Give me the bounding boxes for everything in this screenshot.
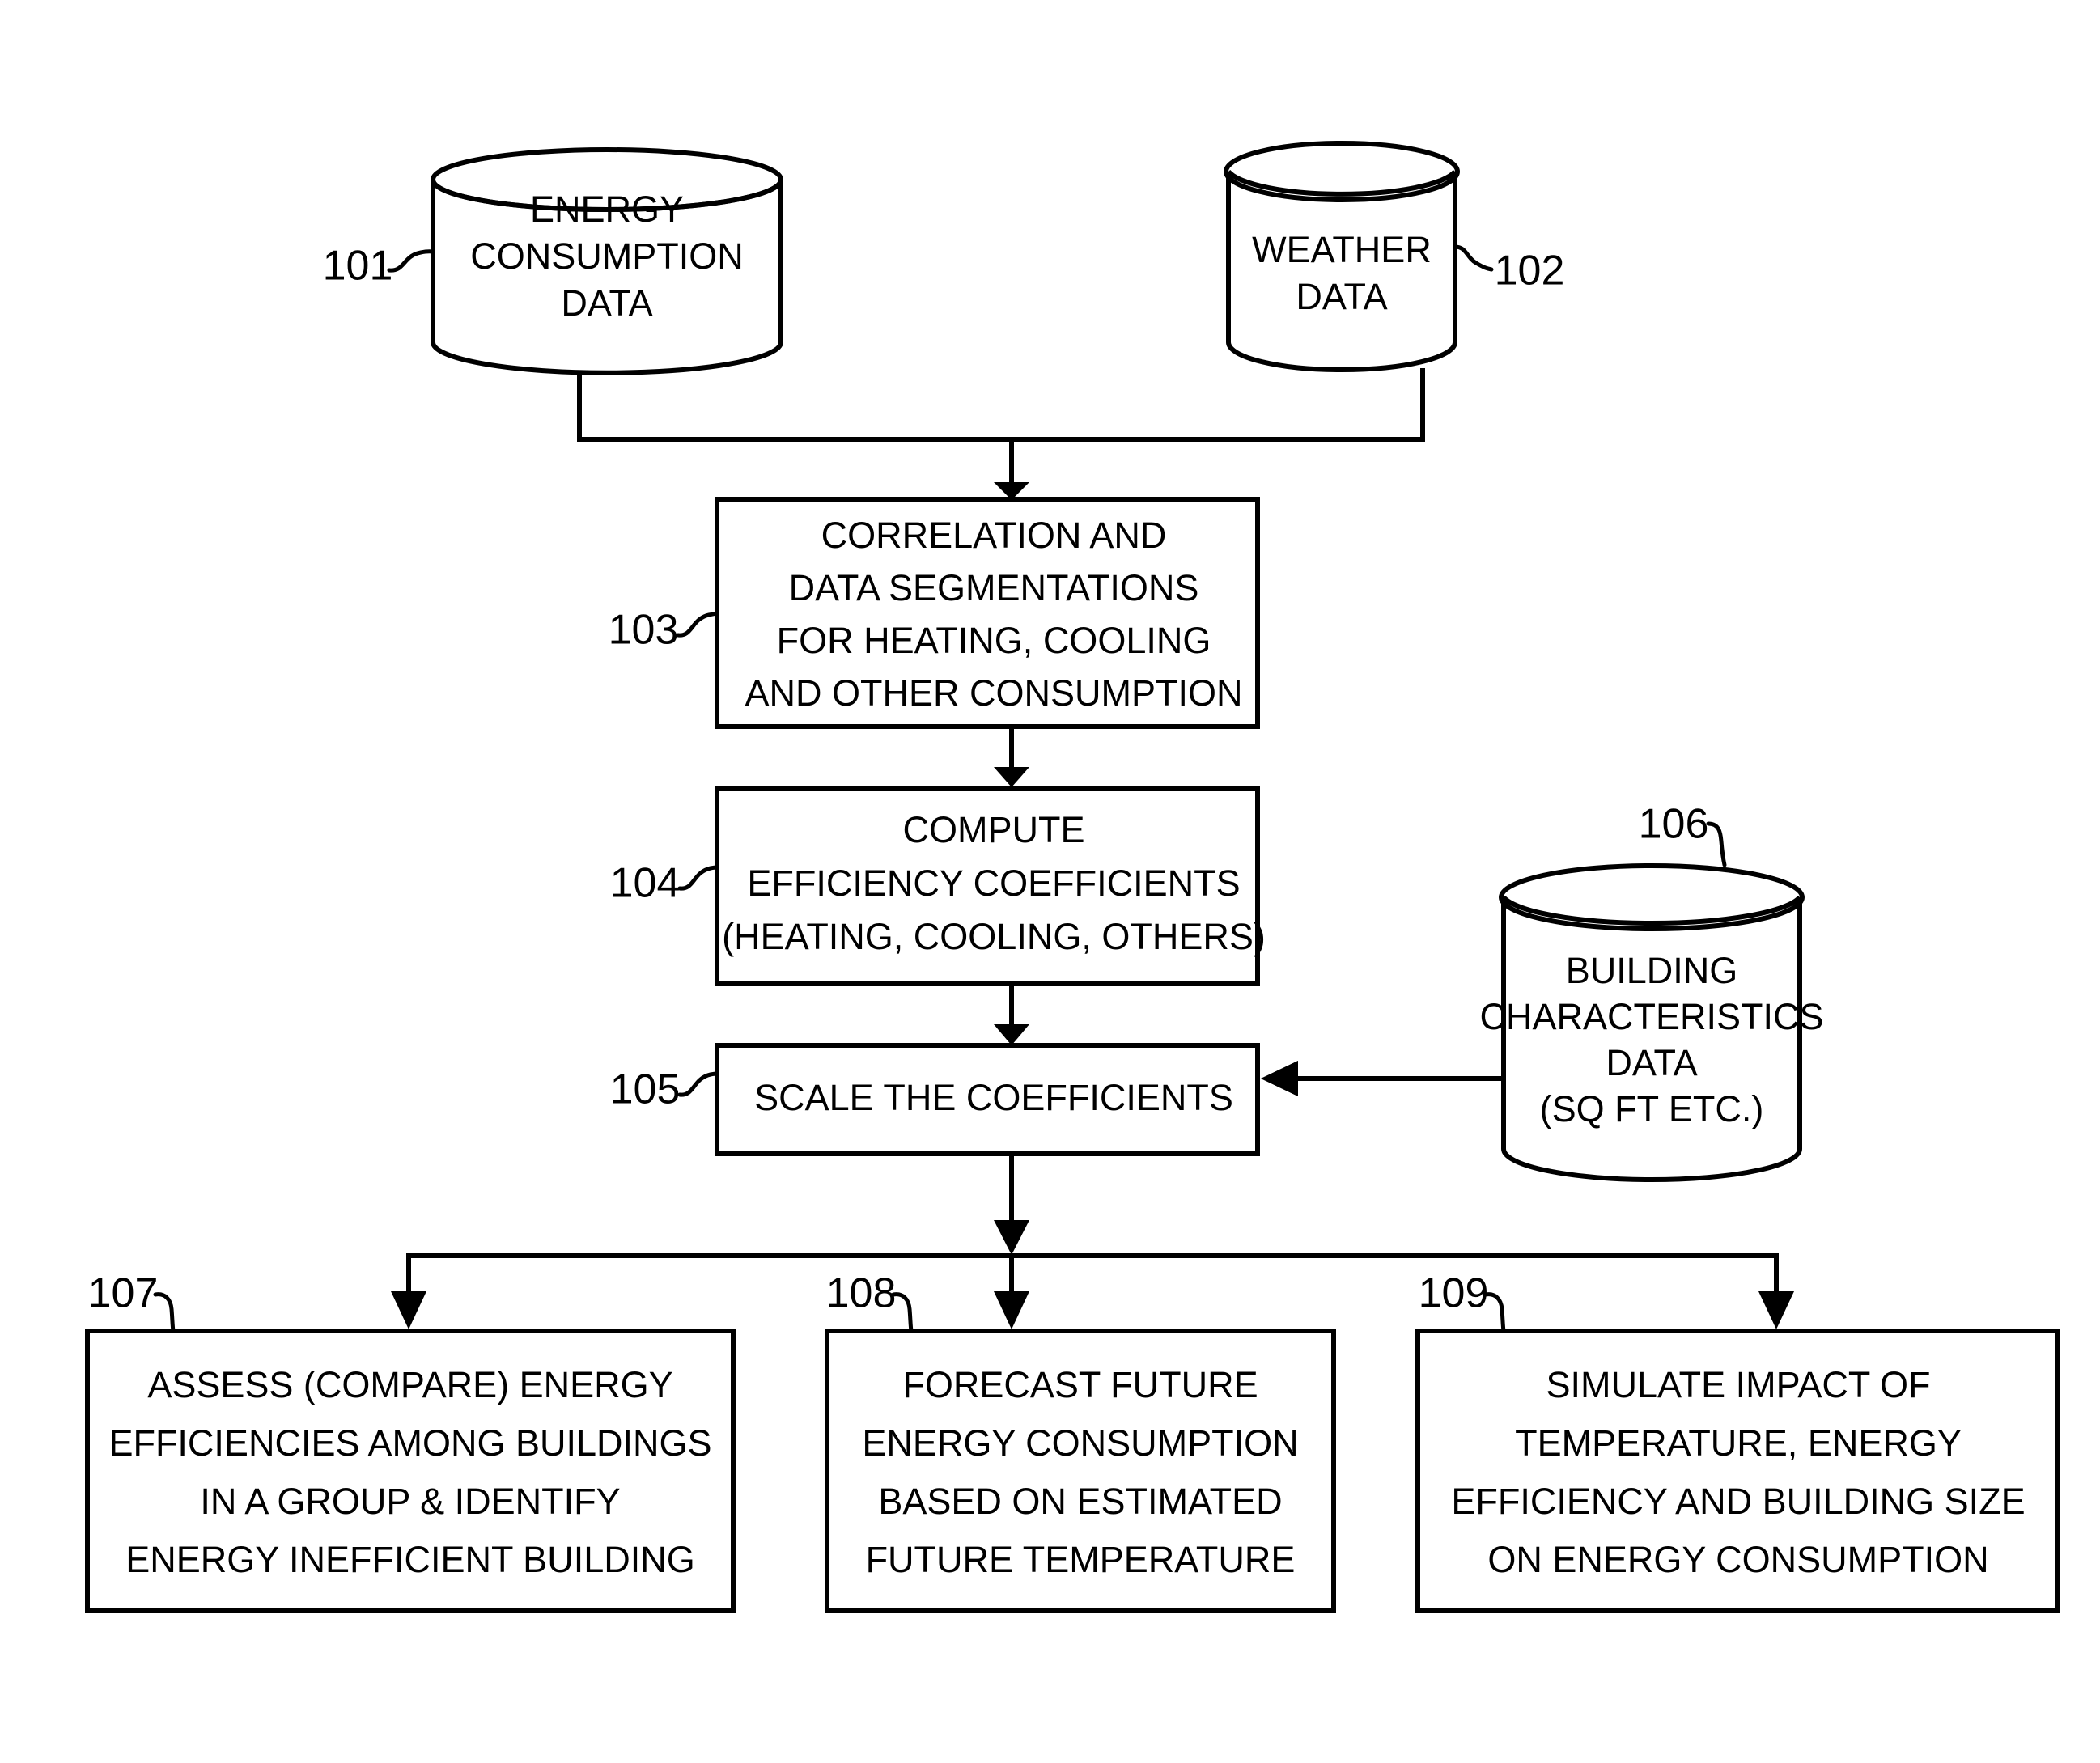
connector-104-to-105 (994, 984, 1029, 1045)
arrowhead-to-fanout (994, 1220, 1029, 1255)
ref-label-109: 109 (1419, 1270, 1489, 1317)
ref-label-107: 107 (88, 1270, 159, 1317)
node-simulate-impact[interactable]: SIMULATE IMPACT OF TEMPERATURE, ENERGY E… (1415, 1329, 2060, 1613)
flowchart-canvas: ENERGY CONSUMPTION DATA 101 WEATHER DATA… (85, 141, 2060, 1613)
box105-line-1: SCALE THE COEFFICIENTS (754, 1077, 1233, 1118)
box108-line-2: ENERGY CONSUMPTION (862, 1422, 1298, 1464)
arrowhead-to-109 (1758, 1291, 1794, 1329)
box106-line-2: CHARACTERISTICS (1479, 996, 1823, 1037)
box106-line-1: BUILDING (1566, 950, 1738, 991)
ref-label-108: 108 (826, 1270, 897, 1317)
box103-line-2: DATA SEGMENTATIONS (789, 567, 1199, 608)
ref-label-103-group: 103 (609, 607, 719, 654)
node-forecast-energy-consumption[interactable]: FORECAST FUTURE ENERGY CONSUMPTION BASED… (825, 1329, 1336, 1613)
arrowhead-to-104 (994, 767, 1029, 787)
node-weather-data[interactable]: WEATHER DATA (1224, 141, 1460, 372)
box108-line-4: FUTURE TEMPERATURE (866, 1539, 1296, 1580)
arrowhead-to-108 (994, 1291, 1029, 1329)
ref-label-106: 106 (1639, 801, 1709, 848)
ref-label-103: 103 (609, 607, 679, 654)
connector-merge-to-103 (994, 439, 1029, 500)
ref-label-107-group: 107 (88, 1270, 176, 1333)
arrowhead-to-105 (994, 1024, 1029, 1045)
box103-line-4: AND OTHER CONSUMPTION (745, 672, 1242, 714)
node-compute-efficiency-coefficients[interactable]: COMPUTE EFFICIENCY COEFFICIENTS (HEATING… (715, 786, 1266, 986)
box106-line-4: (SQ FT ETC.) (1540, 1088, 1764, 1129)
ref-label-101-group: 101 (323, 243, 435, 290)
node-energy-consumption-data[interactable]: ENERGY CONSUMPTION DATA (431, 147, 783, 375)
connector-105-to-fanout (994, 1153, 1029, 1255)
ref-label-109-group: 109 (1419, 1270, 1506, 1333)
box109-line-4: ON ENERGY CONSUMPTION (1487, 1539, 1988, 1580)
node-correlation-data-segmentation[interactable]: CORRELATION AND DATA SEGMENTATIONS FOR H… (715, 497, 1260, 729)
ref-label-108-group: 108 (826, 1270, 914, 1333)
ref-label-102-group: 102 (1453, 244, 1565, 295)
box107-line-1: ASSESS (COMPARE) ENERGY (147, 1364, 672, 1405)
ref-label-105: 105 (610, 1066, 681, 1113)
connector-103-to-104 (994, 727, 1029, 787)
box108-line-3: BASED ON ESTIMATED (878, 1481, 1282, 1522)
box103-line-3: FOR HEATING, COOLING (777, 620, 1211, 661)
ref-label-104: 104 (610, 860, 681, 907)
energy-data-line-3: DATA (561, 282, 652, 324)
node-assess-energy-efficiencies[interactable]: ASSESS (COMPARE) ENERGY EFFICIENCIES AMO… (85, 1329, 736, 1613)
patent-figure: ENERGY CONSUMPTION DATA 101 WEATHER DATA… (0, 0, 2100, 1763)
node-building-characteristics-data[interactable]: BUILDING CHARACTERISTICS DATA (SQ FT ETC… (1479, 863, 1824, 1182)
arrowhead-to-107 (391, 1291, 426, 1329)
connector-fanout-to-109 (1758, 1256, 1794, 1329)
box104-line-2: EFFICIENCY COEFFICIENTS (747, 862, 1240, 904)
ref-label-104-group: 104 (610, 860, 719, 907)
connector-fanout-to-108 (994, 1256, 1029, 1329)
energy-data-line-2: CONSUMPTION (470, 235, 744, 277)
box104-line-3: (HEATING, COOLING, OTHERS) (722, 916, 1266, 957)
connector-106-to-105 (1261, 1061, 1504, 1096)
ref-label-105-group: 105 (610, 1066, 719, 1113)
box109-line-1: SIMULATE IMPACT OF (1546, 1364, 1930, 1405)
ref-label-102: 102 (1495, 248, 1565, 295)
node-scale-the-coefficients[interactable]: SCALE THE COEFFICIENTS (715, 1043, 1260, 1156)
weather-data-line-2: DATA (1296, 276, 1387, 317)
box107-line-4: ENERGY INEFFICIENT BUILDING (125, 1539, 694, 1580)
box107-line-2: EFFICIENCIES AMONG BUILDINGS (108, 1422, 711, 1464)
box106-line-3: DATA (1606, 1042, 1697, 1083)
box107-line-3: IN A GROUP & IDENTIFY (200, 1481, 620, 1522)
ref-label-101: 101 (323, 243, 393, 290)
box104-line-1: COMPUTE (903, 809, 1085, 850)
energy-data-line-1: ENERGY (530, 189, 684, 230)
box109-line-2: TEMPERATURE, ENERGY (1515, 1422, 1962, 1464)
ref-label-106-group: 106 (1639, 801, 1727, 867)
box103-line-1: CORRELATION AND (821, 515, 1167, 556)
box109-line-3: EFFICIENCY AND BUILDING SIZE (1451, 1481, 2025, 1522)
box108-line-1: FORECAST FUTURE (902, 1364, 1258, 1405)
weather-data-line-1: WEATHER (1252, 229, 1432, 270)
connector-fanout-to-107 (391, 1256, 426, 1329)
